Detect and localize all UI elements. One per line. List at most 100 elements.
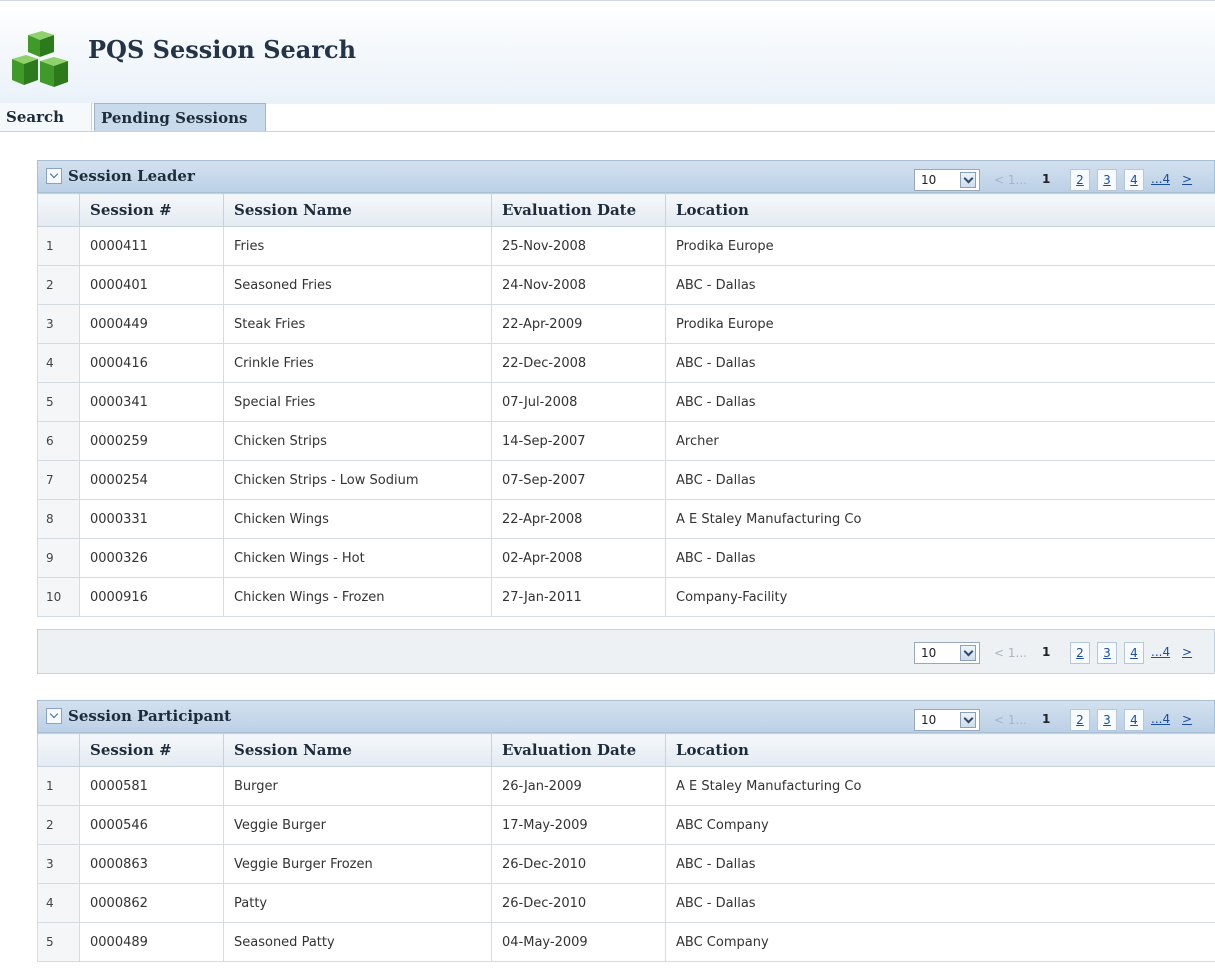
session-name: Veggie Burger Frozen <box>223 844 492 884</box>
pager-more[interactable]: ...4 <box>1151 645 1170 659</box>
evaluation-date: 07-Sep-2007 <box>491 460 666 500</box>
session-number: 0000331 <box>79 499 224 539</box>
location: ABC - Dallas <box>665 538 1215 578</box>
table-row[interactable]: 8 0000331 Chicken Wings 22-Apr-2008 A E Stal… <box>37 499 1215 539</box>
pager-page-4[interactable]: 4 <box>1124 642 1144 664</box>
evaluation-date: 26-Jan-2009 <box>491 766 666 806</box>
column-header-session-number[interactable]: Session # <box>79 733 224 767</box>
pager-bottom: 10 < 1... 1 2 3 4 ...4 > <box>914 640 1214 666</box>
column-header-evaluation-date[interactable]: Evaluation Date <box>491 733 666 767</box>
pager-page-2[interactable]: 2 <box>1070 169 1090 191</box>
column-header-location[interactable]: Location <box>665 733 1215 767</box>
chevron-down-icon[interactable] <box>960 712 976 728</box>
table-row[interactable]: 10 0000916 Chicken Wings - Frozen 27-Jan-20… <box>37 577 1215 617</box>
pager-more[interactable]: ...4 <box>1151 172 1170 186</box>
chevron-down-icon[interactable] <box>960 645 976 661</box>
row-number: 7 <box>37 460 80 500</box>
pager-next[interactable]: > <box>1182 172 1192 186</box>
session-number: 0000862 <box>79 883 224 923</box>
page-size-select[interactable]: 10 <box>914 642 980 664</box>
table-header-row: Session # Session Name Evaluation Date L… <box>37 193 1215 227</box>
pager-more[interactable]: ...4 <box>1151 712 1170 726</box>
column-header-session-name[interactable]: Session Name <box>223 733 492 767</box>
session-name: Seasoned Patty <box>223 922 492 962</box>
column-header-session-name[interactable]: Session Name <box>223 193 492 227</box>
evaluation-date: 26-Dec-2010 <box>491 844 666 884</box>
session-name: Chicken Strips <box>223 421 492 461</box>
pager-current: 1 <box>1042 172 1051 186</box>
session-participant-panel: Session Participant 10 < 1... 1 2 3 4 ..… <box>37 700 1215 973</box>
row-number: 9 <box>37 538 80 578</box>
pager-page-2[interactable]: 2 <box>1070 709 1090 731</box>
row-number: 5 <box>37 922 80 962</box>
pager-page-3[interactable]: 3 <box>1097 642 1117 664</box>
table-row[interactable]: 5 0000341 Special Fries 07-Jul-2008 ABC - Da… <box>37 382 1215 422</box>
session-number: 0000416 <box>79 343 224 383</box>
session-number: 0000341 <box>79 382 224 422</box>
tab-bar: Search Pending Sessions <box>0 103 1215 132</box>
table-row[interactable]: 9 0000326 Chicken Wings - Hot 02-Apr-2008 AB… <box>37 538 1215 578</box>
session-number: 0000401 <box>79 265 224 305</box>
session-leader-panel: Session Leader 10 < 1... 1 2 3 4 ...4 > … <box>37 160 1215 675</box>
collapse-chevron-icon[interactable] <box>46 708 62 724</box>
session-name: Chicken Wings - Frozen <box>223 577 492 617</box>
pager-next[interactable]: > <box>1182 645 1192 659</box>
session-name: Fries <box>223 226 492 266</box>
table-row[interactable]: 3 0000863 Veggie Burger Frozen 26-Dec-2010 A… <box>37 844 1215 884</box>
table-row[interactable]: 6 0000259 Chicken Strips 14-Sep-2007 Archer <box>37 421 1215 461</box>
table-row[interactable]: 2 0000401 Seasoned Fries 24-Nov-2008 ABC - D… <box>37 265 1215 305</box>
evaluation-date: 24-Nov-2008 <box>491 265 666 305</box>
table-row[interactable]: 7 0000254 Chicken Strips - Low Sodium 07-Se… <box>37 460 1215 500</box>
location: ABC Company <box>665 922 1215 962</box>
session-participant-title: Session Participant <box>68 707 232 725</box>
pager-page-2[interactable]: 2 <box>1070 642 1090 664</box>
column-header-session-number[interactable]: Session # <box>79 193 224 227</box>
session-number: 0000489 <box>79 922 224 962</box>
tab-pending-sessions[interactable]: Pending Sessions <box>94 103 266 131</box>
row-number: 5 <box>37 382 80 422</box>
table-row[interactable]: 2 0000546 Veggie Burger 17-May-2009 ABC Comp… <box>37 805 1215 845</box>
session-name: Steak Fries <box>223 304 492 344</box>
page-size-select[interactable]: 10 <box>914 169 980 191</box>
evaluation-date: 22-Apr-2009 <box>491 304 666 344</box>
pager-page-4[interactable]: 4 <box>1124 709 1144 731</box>
row-number: 6 <box>37 421 80 461</box>
table-row[interactable]: 1 0000581 Burger 26-Jan-2009 A E Staley Manu… <box>37 766 1215 806</box>
table-row[interactable]: 4 0000862 Patty 26-Dec-2010 ABC - Dallas <box>37 883 1215 923</box>
column-header-location[interactable]: Location <box>665 193 1215 227</box>
table-row[interactable]: 5 0000489 Seasoned Patty 04-May-2009 ABC Com… <box>37 922 1215 962</box>
tab-search[interactable]: Search <box>0 103 92 131</box>
collapse-chevron-icon[interactable] <box>46 168 62 184</box>
table-header-row: Session # Session Name Evaluation Date L… <box>37 733 1215 767</box>
session-number: 0000916 <box>79 577 224 617</box>
location: ABC - Dallas <box>665 460 1215 500</box>
row-number: 4 <box>37 883 80 923</box>
table-row[interactable]: 4 0000416 Crinkle Fries 22-Dec-2008 ABC - Da… <box>37 343 1215 383</box>
row-number: 3 <box>37 844 80 884</box>
pager-prev: < 1... <box>994 713 1027 727</box>
location: Archer <box>665 421 1215 461</box>
session-number: 0000259 <box>79 421 224 461</box>
pager-page-4[interactable]: 4 <box>1124 169 1144 191</box>
table-row[interactable]: 1 0000411 Fries 25-Nov-2008 Prodika Europe <box>37 226 1215 266</box>
pager-page-3[interactable]: 3 <box>1097 709 1117 731</box>
location: A E Staley Manufacturing Co <box>665 766 1215 806</box>
row-number: 10 <box>37 577 80 617</box>
session-number: 0000581 <box>79 766 224 806</box>
session-leader-header: Session Leader 10 < 1... 1 2 3 4 ...4 > <box>37 160 1215 193</box>
row-number-header <box>37 733 80 767</box>
session-number: 0000326 <box>79 538 224 578</box>
session-name: Patty <box>223 883 492 923</box>
row-number: 1 <box>37 766 80 806</box>
table-row[interactable]: 3 0000449 Steak Fries 22-Apr-2009 Prodika Eu… <box>37 304 1215 344</box>
pager-page-3[interactable]: 3 <box>1097 169 1117 191</box>
chevron-down-icon[interactable] <box>960 172 976 188</box>
session-leader-table: Session # Session Name Evaluation Date L… <box>37 193 1215 617</box>
session-name: Chicken Wings <box>223 499 492 539</box>
pager-next[interactable]: > <box>1182 712 1192 726</box>
evaluation-date: 26-Dec-2010 <box>491 883 666 923</box>
page-size-value: 10 <box>921 173 937 187</box>
page-size-select[interactable]: 10 <box>914 709 980 731</box>
session-name: Veggie Burger <box>223 805 492 845</box>
column-header-evaluation-date[interactable]: Evaluation Date <box>491 193 666 227</box>
